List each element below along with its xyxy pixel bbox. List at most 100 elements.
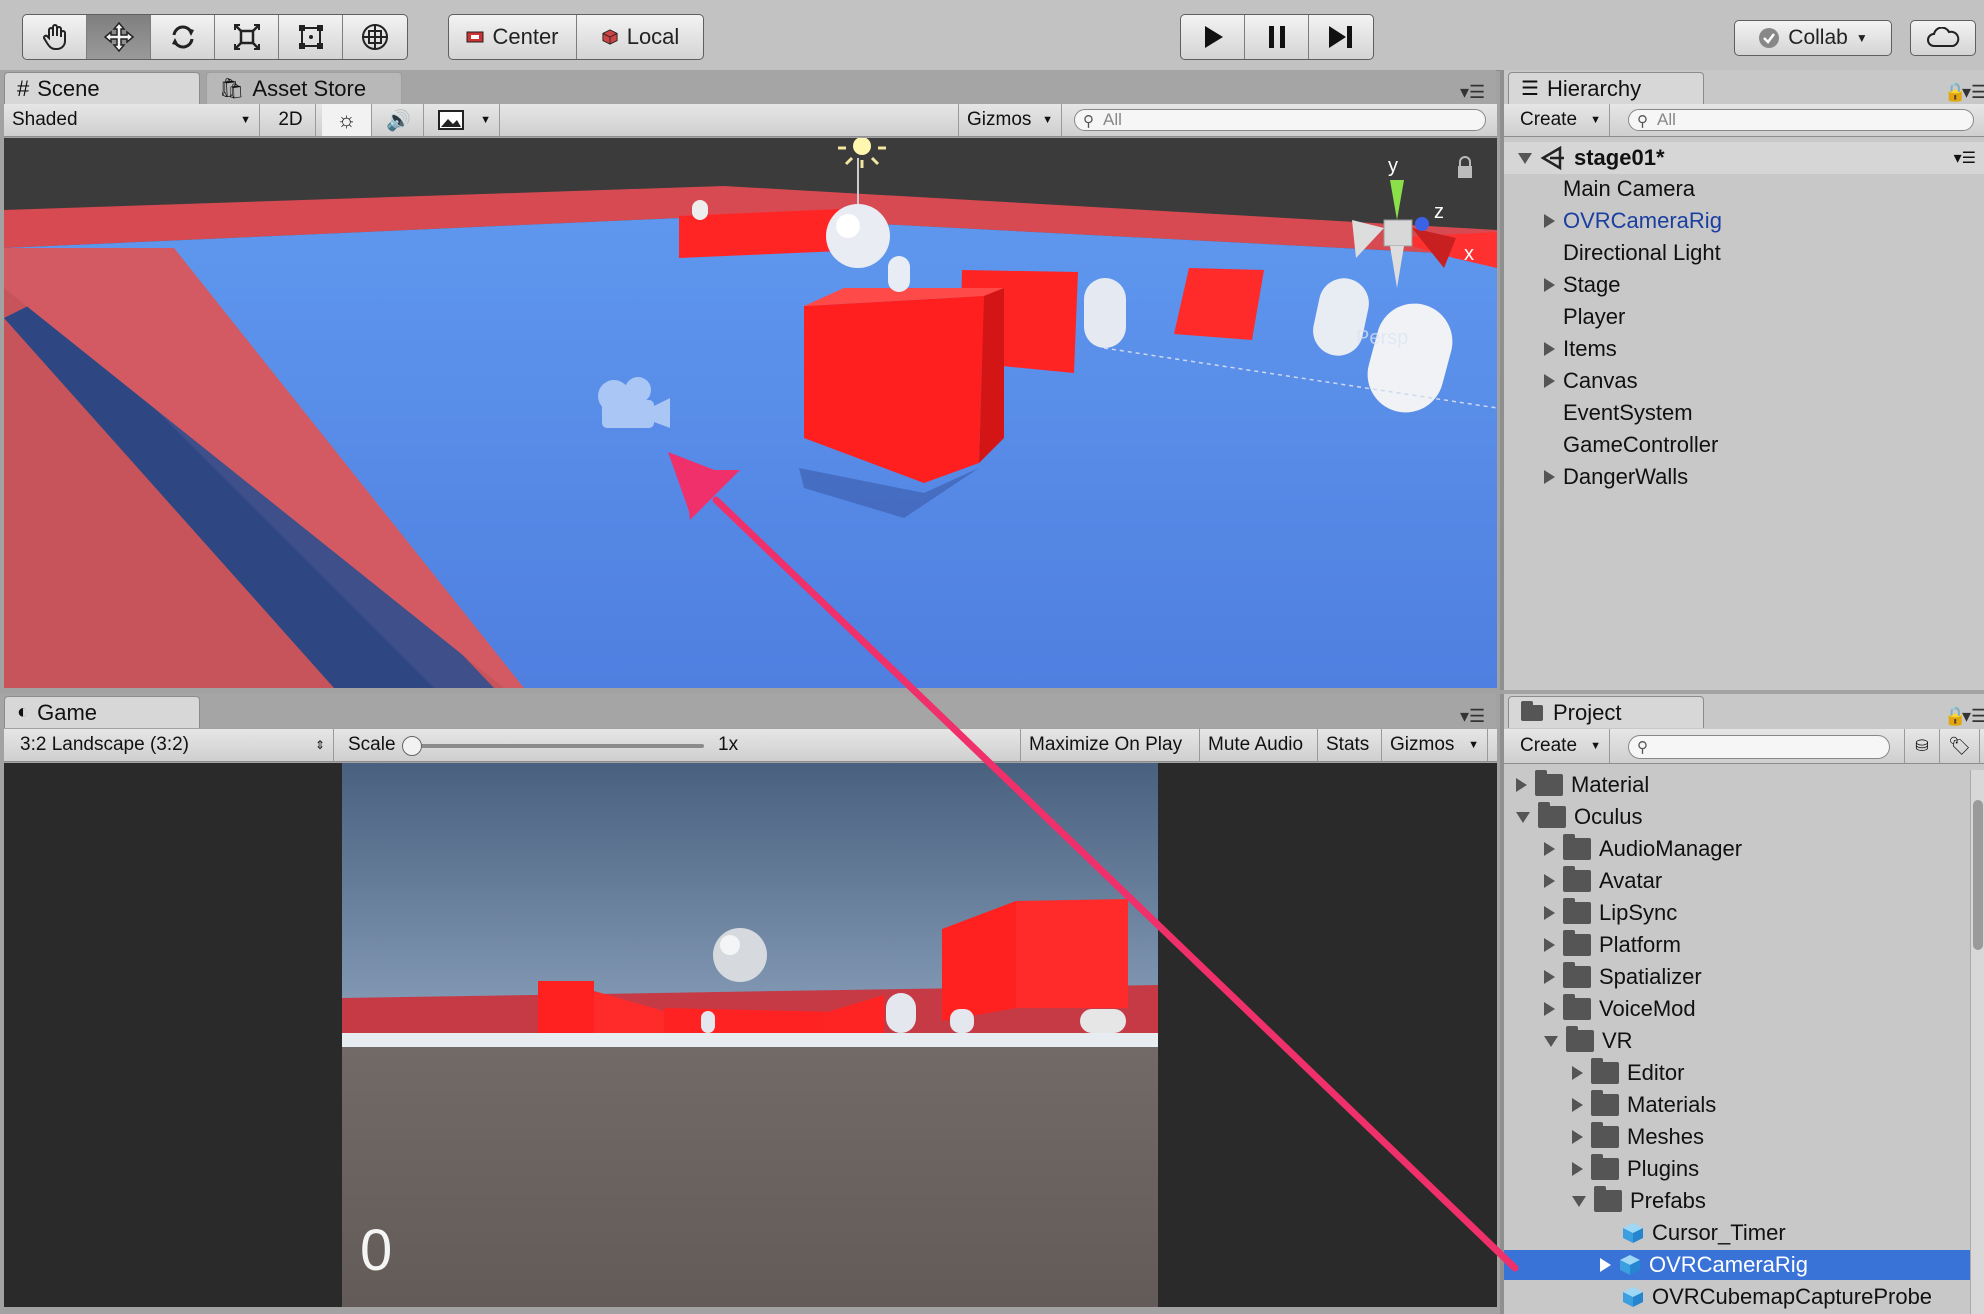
- aspect-dropdown[interactable]: 3:2 Landscape (3:2) ⇕: [12, 729, 334, 761]
- expand-arrow-icon[interactable]: [1544, 470, 1555, 484]
- expand-arrow-icon[interactable]: [1572, 1195, 1586, 1207]
- project-folder-row[interactable]: Editor: [1504, 1058, 1970, 1088]
- project-folder-row[interactable]: Plugins: [1504, 1154, 1970, 1184]
- scene-lighting-toggle[interactable]: ☼: [322, 104, 372, 136]
- scene-viewport[interactable]: y z x Persp: [4, 138, 1497, 688]
- project-folder-row[interactable]: VR: [1504, 1026, 1970, 1056]
- hierarchy-create-dropdown[interactable]: Create ▼: [1512, 104, 1610, 136]
- project-folder-row[interactable]: Prefabs: [1504, 1186, 1970, 1216]
- expand-arrow-icon[interactable]: [1572, 1130, 1583, 1144]
- expand-arrow-icon[interactable]: [1544, 1035, 1558, 1047]
- cloud-services-button[interactable]: [1911, 21, 1975, 55]
- pause-button[interactable]: [1245, 15, 1309, 59]
- tab-scene[interactable]: # Scene: [4, 72, 200, 104]
- project-folder-row[interactable]: Meshes: [1504, 1122, 1970, 1152]
- project-folder-row[interactable]: Platform: [1504, 930, 1970, 960]
- game-gizmos-dropdown[interactable]: Gizmos ▼: [1382, 729, 1488, 761]
- pivot-local-button[interactable]: Local: [577, 15, 703, 59]
- panel-options-icon[interactable]: ▾☰: [1460, 82, 1485, 103]
- hand-tool-button[interactable]: [23, 15, 87, 59]
- scale-tool-button[interactable]: [215, 15, 279, 59]
- scene-options-icon[interactable]: ▾☰: [1954, 148, 1976, 168]
- hierarchy-item[interactable]: Items: [1504, 334, 1984, 364]
- hierarchy-search-field[interactable]: ⚲ All: [1628, 109, 1974, 131]
- expand-arrow-icon[interactable]: [1544, 938, 1555, 952]
- project-folder-row[interactable]: VoiceMod: [1504, 994, 1970, 1024]
- project-scrollbar[interactable]: [1970, 770, 1984, 1314]
- project-asset-row[interactable]: OVRCubemapCaptureProbe: [1504, 1282, 1970, 1312]
- expand-arrow-icon[interactable]: [1600, 1258, 1611, 1272]
- hierarchy-item[interactable]: GameController: [1504, 430, 1984, 460]
- expand-arrow-icon[interactable]: [1544, 874, 1555, 888]
- maximize-on-play-toggle[interactable]: Maximize On Play: [1020, 729, 1200, 761]
- rect-tool-button[interactable]: [279, 15, 343, 59]
- persp-label[interactable]: Persp: [1356, 327, 1408, 349]
- expand-arrow-icon[interactable]: [1544, 906, 1555, 920]
- project-asset-row[interactable]: OVRCameraRig: [1504, 1250, 1970, 1280]
- hierarchy-item[interactable]: EventSystem: [1504, 398, 1984, 428]
- hierarchy-item[interactable]: Player: [1504, 302, 1984, 332]
- cloud-button[interactable]: [1910, 20, 1976, 56]
- scene-root-row[interactable]: stage01* ▾☰: [1504, 142, 1984, 174]
- gizmos-dropdown[interactable]: Gizmos ▼: [958, 104, 1062, 136]
- scale-slider[interactable]: [402, 736, 704, 756]
- expand-arrow-icon[interactable]: [1544, 970, 1555, 984]
- expand-arrow-icon[interactable]: [1516, 778, 1527, 792]
- tab-hierarchy[interactable]: ☰ Hierarchy: [1508, 72, 1704, 104]
- panel-options-icon[interactable]: ▾☰: [1460, 706, 1485, 727]
- expand-arrow-icon[interactable]: [1518, 152, 1532, 164]
- expand-arrow-icon[interactable]: [1544, 342, 1555, 356]
- expand-arrow-icon[interactable]: [1544, 1002, 1555, 1016]
- hierarchy-item[interactable]: Directional Light: [1504, 238, 1984, 268]
- hierarchy-item[interactable]: Stage: [1504, 270, 1984, 300]
- expand-arrow-icon[interactable]: [1544, 278, 1555, 292]
- game-viewport[interactable]: 0: [4, 763, 1497, 1307]
- pivot-center-button[interactable]: Center: [449, 15, 577, 59]
- project-folder-row[interactable]: Materials: [1504, 1090, 1970, 1120]
- hierarchy-item[interactable]: Main Camera: [1504, 174, 1984, 204]
- 2d-toggle[interactable]: 2D: [266, 104, 316, 136]
- panel-options-icon[interactable]: ▾☰: [1962, 706, 1984, 727]
- project-folder-row[interactable]: LipSync: [1504, 898, 1970, 928]
- play-button[interactable]: [1181, 15, 1245, 59]
- mute-audio-toggle[interactable]: Mute Audio: [1200, 729, 1318, 761]
- collab-button[interactable]: Collab ▼: [1735, 21, 1891, 55]
- project-folder-row[interactable]: AudioManager: [1504, 834, 1970, 864]
- project-folder-row[interactable]: Avatar: [1504, 866, 1970, 896]
- shading-mode-dropdown[interactable]: Shaded ▼: [4, 104, 260, 136]
- scale-slider-knob[interactable]: [402, 736, 422, 756]
- project-folder-row[interactable]: Oculus: [1504, 802, 1970, 832]
- project-folder-row[interactable]: Spatializer: [1504, 962, 1970, 992]
- project-folder-row[interactable]: Material: [1504, 770, 1970, 800]
- expand-arrow-icon[interactable]: [1544, 214, 1555, 228]
- hierarchy-item[interactable]: DangerWalls: [1504, 462, 1984, 492]
- tab-asset-store[interactable]: 🛍 Asset Store: [206, 72, 402, 104]
- scene-effects-dropdown[interactable]: ▼: [430, 104, 500, 136]
- expand-arrow-icon[interactable]: [1572, 1162, 1583, 1176]
- scrollbar-thumb[interactable]: [1973, 800, 1983, 950]
- move-tool-button[interactable]: [87, 15, 151, 59]
- project-item-label: OVRCubemapCaptureProbe: [1652, 1284, 1933, 1309]
- filter-by-label-button[interactable]: 🏷: [1940, 729, 1980, 763]
- scene-audio-toggle[interactable]: 🔊: [374, 104, 424, 136]
- panel-options-icon[interactable]: ▾☰: [1962, 82, 1984, 103]
- hierarchy-item[interactable]: Canvas: [1504, 366, 1984, 396]
- tab-project[interactable]: Project: [1508, 696, 1704, 728]
- expand-arrow-icon[interactable]: [1572, 1066, 1583, 1080]
- rotate-tool-button[interactable]: [151, 15, 215, 59]
- filter-by-type-button[interactable]: ⛁: [1904, 729, 1940, 763]
- expand-arrow-icon[interactable]: [1544, 374, 1555, 388]
- project-asset-row[interactable]: Cursor_Timer: [1504, 1218, 1970, 1248]
- expand-arrow-icon[interactable]: [1544, 842, 1555, 856]
- scene-search-field[interactable]: ⚲ All: [1074, 109, 1486, 131]
- transform-tool-button[interactable]: [343, 15, 407, 59]
- stats-toggle[interactable]: Stats: [1318, 729, 1382, 761]
- project-search-field[interactable]: ⚲: [1628, 735, 1890, 759]
- hierarchy-item[interactable]: OVRCameraRig: [1504, 206, 1984, 236]
- expand-arrow-icon[interactable]: [1572, 1098, 1583, 1112]
- tab-game[interactable]: ◐ Game: [4, 696, 200, 728]
- expand-arrow-icon[interactable]: [1516, 811, 1530, 823]
- collab-dropdown[interactable]: Collab ▼: [1734, 20, 1892, 56]
- project-create-dropdown[interactable]: Create ▼: [1512, 729, 1610, 763]
- step-button[interactable]: [1309, 15, 1373, 59]
